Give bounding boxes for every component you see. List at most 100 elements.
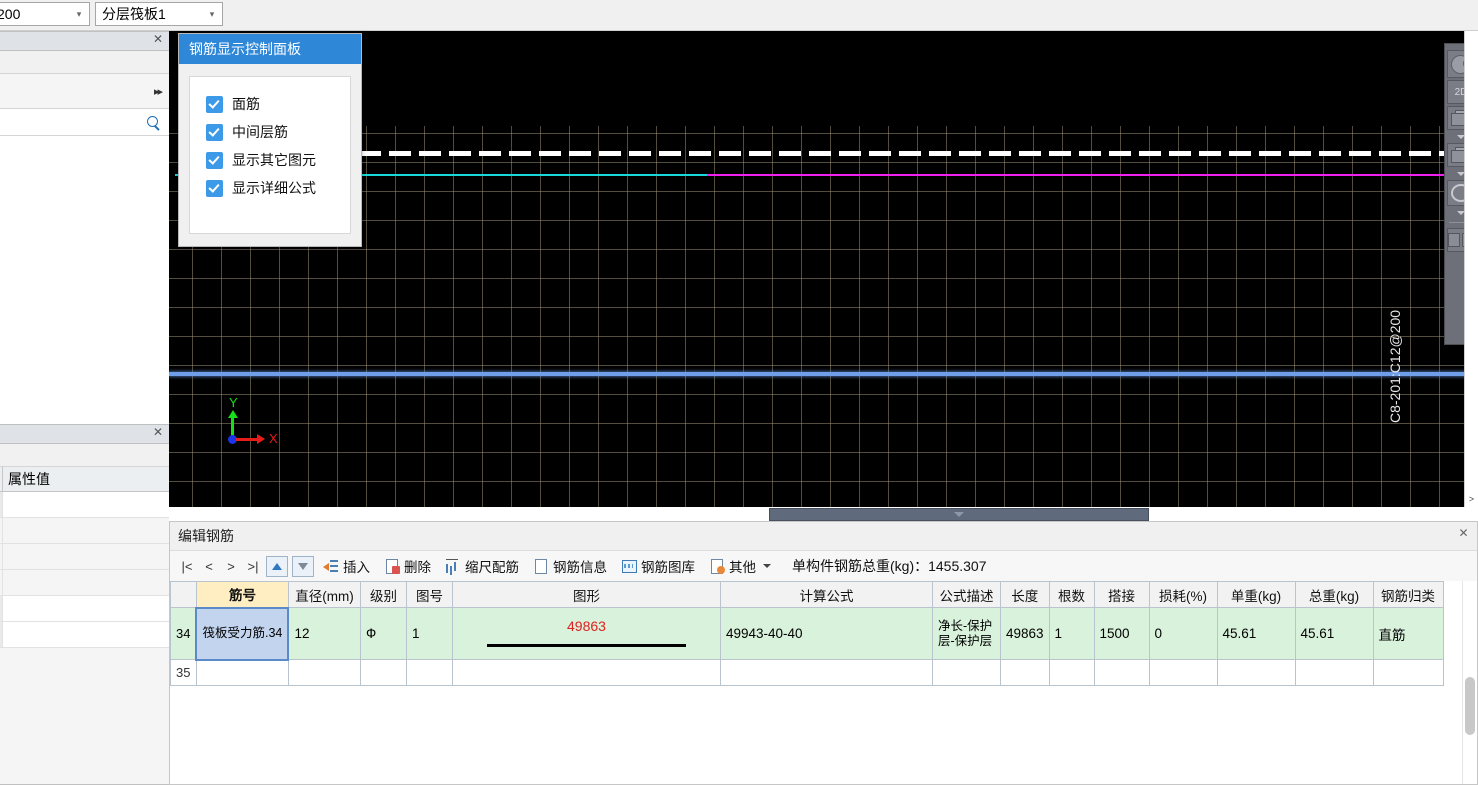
column-header-length[interactable]: 长度 xyxy=(999,581,1050,608)
checkbox-row-middle-rebar[interactable]: 中间层筋 xyxy=(206,118,350,146)
column-header-unit-weight[interactable]: 单重(kg) xyxy=(1216,581,1296,608)
cell-count[interactable]: 1 xyxy=(1048,607,1095,660)
properties-row[interactable] xyxy=(0,622,169,648)
nav-first-button[interactable]: |< xyxy=(176,555,198,577)
cell-total-weight[interactable]: 45.61 xyxy=(1294,607,1374,660)
chevron-down-icon[interactable] xyxy=(763,564,771,568)
rebar-line-magenta[interactable] xyxy=(707,174,1478,176)
cell-formula-desc[interactable]: 净长-保护层-保护层 xyxy=(931,607,1001,660)
cad-scrollbar-thumb[interactable] xyxy=(769,508,1149,521)
cell-rebar-category[interactable]: 直筋 xyxy=(1372,607,1444,660)
overflow-chevrons-icon[interactable]: ▸▸ xyxy=(154,85,163,98)
rebar-table-container[interactable]: 筋号 直径(mm) 级别 图号 图形 计算公式 公式描述 长度 根数 搭接 损耗… xyxy=(170,581,1477,784)
nav-prev-button[interactable]: < xyxy=(198,555,220,577)
nav-last-button[interactable]: >| xyxy=(242,555,264,577)
cell-shape[interactable] xyxy=(451,659,721,686)
table-row[interactable]: 34 筏板受力筋.34 12 Ф 1 49863 49943-40-40 净长-… xyxy=(170,606,1444,661)
cell-shape-number[interactable]: 1 xyxy=(405,607,453,660)
column-header-loss[interactable]: 损耗(%) xyxy=(1148,581,1218,608)
cell-diameter[interactable]: 12 xyxy=(287,607,361,660)
cell-lap[interactable] xyxy=(1093,659,1150,686)
cell-total-weight[interactable] xyxy=(1294,659,1374,686)
nav-next-button[interactable]: > xyxy=(220,555,242,577)
cell-lap[interactable]: 1500 xyxy=(1093,607,1150,660)
properties-row[interactable] xyxy=(0,570,169,596)
column-header-total-weight[interactable]: 总重(kg) xyxy=(1294,581,1374,608)
cell-shape[interactable]: 49863 xyxy=(451,607,721,660)
column-header-formula-desc[interactable]: 公式描述 xyxy=(931,581,1001,608)
cell-rebar-number[interactable]: 筏板受力筋.34 xyxy=(195,606,290,661)
checkbox-checked-icon[interactable] xyxy=(206,179,223,197)
cell-loss[interactable] xyxy=(1148,659,1218,686)
properties-row[interactable] xyxy=(0,544,169,570)
rebar-display-control-dialog[interactable]: 钢筋显示控制面板 面筋 中间层筋 显示其它图元 显示详细公式 xyxy=(178,33,362,247)
cell-formula-desc[interactable] xyxy=(931,659,1001,686)
cell-unit-weight[interactable]: 45.61 xyxy=(1216,607,1296,660)
column-header-formula[interactable]: 计算公式 xyxy=(719,581,933,608)
insert-button[interactable]: 插入 xyxy=(323,556,370,576)
search-icon[interactable] xyxy=(146,115,161,130)
properties-row-value xyxy=(3,518,169,543)
component-combobox[interactable]: 分层筏板1 ▾ xyxy=(95,2,223,26)
column-header-count[interactable]: 根数 xyxy=(1048,581,1095,608)
checkbox-checked-icon[interactable] xyxy=(206,123,223,141)
column-header-grade[interactable]: 级别 xyxy=(359,581,407,608)
delete-button[interactable]: 删除 xyxy=(384,556,431,576)
navigator-search-row[interactable] xyxy=(0,109,169,136)
cell-rebar-number[interactable] xyxy=(195,659,289,686)
spacing-combobox[interactable]: 200 ▾ xyxy=(0,2,90,26)
close-icon[interactable]: ✕ xyxy=(1456,526,1471,541)
cell-length[interactable] xyxy=(999,659,1050,686)
table-vertical-scrollbar[interactable] xyxy=(1462,581,1477,784)
cell-diameter[interactable] xyxy=(287,659,361,686)
table-row[interactable]: 35 xyxy=(170,659,1444,686)
cell-count[interactable] xyxy=(1048,659,1095,686)
rebar-table: 筋号 直径(mm) 级别 图号 图形 计算公式 公式描述 长度 根数 搭接 损耗… xyxy=(170,581,1444,686)
cad-horizontal-scrollbar[interactable] xyxy=(169,507,1478,521)
column-header-diameter[interactable]: 直径(mm) xyxy=(287,581,361,608)
arrow-down-icon[interactable] xyxy=(292,555,314,577)
close-icon[interactable]: ✕ xyxy=(151,33,165,47)
column-header-rebar-category[interactable]: 钢筋归类 xyxy=(1372,581,1444,608)
close-icon[interactable]: ✕ xyxy=(151,426,165,440)
chevron-down-icon[interactable]: ▾ xyxy=(69,9,89,20)
column-header-shape[interactable]: 图形 xyxy=(451,581,721,608)
checkbox-row-show-other-elements[interactable]: 显示其它图元 xyxy=(206,146,350,174)
dialog-titlebar: 钢筋显示控制面板 xyxy=(179,34,361,64)
properties-row[interactable] xyxy=(0,596,169,622)
cell-loss[interactable]: 0 xyxy=(1148,607,1218,660)
scaled-rebar-button[interactable]: 缩尺配筋 xyxy=(445,556,519,576)
properties-row[interactable] xyxy=(0,518,169,544)
edit-rebar-toolbar: |< < > >| 插入 删除 缩尺配筋 钢筋信息 钢筋图库 其他 单构件钢筋总… xyxy=(170,551,1477,582)
checkbox-checked-icon[interactable] xyxy=(206,95,223,113)
column-header-lap[interactable]: 搭接 xyxy=(1093,581,1150,608)
cad-scroll-right-arrow-icon[interactable]: > xyxy=(1466,494,1477,505)
column-header-rebar-number[interactable]: 筋号 xyxy=(195,581,289,608)
spacing-combobox-value: 200 xyxy=(0,6,21,22)
dialog-body: 面筋 中间层筋 显示其它图元 显示详细公式 xyxy=(189,76,351,234)
other-button[interactable]: 其他 xyxy=(709,556,771,576)
cell-shape-number[interactable] xyxy=(405,659,453,686)
properties-row[interactable] xyxy=(0,492,169,518)
insert-icon xyxy=(323,558,339,574)
column-header-shape-number[interactable]: 图号 xyxy=(405,581,453,608)
cell-formula[interactable]: 49943-40-40 xyxy=(719,607,933,660)
rebar-line-selected[interactable] xyxy=(169,372,1478,376)
cell-rebar-category[interactable] xyxy=(1372,659,1444,686)
rebar-info-button[interactable]: 钢筋信息 xyxy=(533,556,607,576)
checkbox-checked-icon[interactable] xyxy=(206,151,223,169)
table-scrollbar-thumb[interactable] xyxy=(1465,677,1475,735)
axis-x-line xyxy=(236,438,258,441)
chevron-down-icon[interactable]: ▾ xyxy=(202,9,222,20)
cad-drawing-area[interactable]: Y X C8-201:C12@200 2D > xyxy=(169,31,1478,521)
checkbox-row-show-detailed-formula[interactable]: 显示详细公式 xyxy=(206,174,350,202)
cell-grade[interactable]: Ф xyxy=(359,607,407,660)
rebar-library-button[interactable]: 钢筋图库 xyxy=(621,556,695,576)
cell-grade[interactable] xyxy=(359,659,407,686)
cell-length[interactable]: 49863 xyxy=(999,607,1050,660)
cell-formula[interactable] xyxy=(719,659,933,686)
checkbox-row-top-rebar[interactable]: 面筋 xyxy=(206,90,350,118)
cad-vertical-scrollbar[interactable] xyxy=(1464,31,1478,507)
arrow-up-icon[interactable] xyxy=(266,555,288,577)
cell-unit-weight[interactable] xyxy=(1216,659,1296,686)
